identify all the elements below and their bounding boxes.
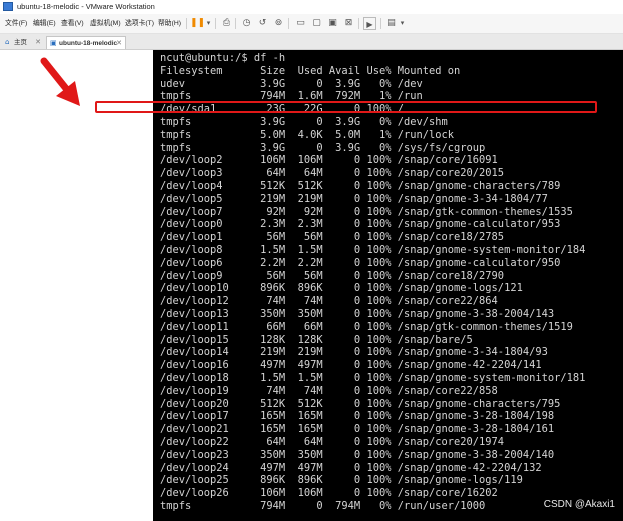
menu-tabs[interactable]: 选项卡(T) bbox=[125, 14, 154, 33]
snapshot-icon[interactable]: ◷ bbox=[240, 17, 253, 30]
vm-icon: ▣ bbox=[50, 39, 57, 47]
terminal-line: /dev/loop9 56M 56M 0 100% /snap/core18/2… bbox=[160, 269, 505, 282]
terminal-line: Filesystem Size Used Avail Use% Mounted … bbox=[160, 64, 461, 77]
close-icon[interactable]: ✕ bbox=[116, 37, 122, 50]
watermark: CSDN @Akaxi1 bbox=[543, 499, 615, 510]
vmware-icon bbox=[3, 2, 13, 11]
toolbar-separator bbox=[235, 18, 236, 29]
menu-view[interactable]: 查看(V) bbox=[61, 14, 84, 33]
thumbnail-icon[interactable]: ▣ bbox=[326, 17, 339, 30]
terminal-line: /dev/loop23 350M 350M 0 100% /snap/gnome… bbox=[160, 448, 555, 461]
tab-home[interactable]: ⌂ 主页 ✕ bbox=[2, 36, 44, 49]
toolbar-separator bbox=[288, 18, 289, 29]
tab-vm-label: ubuntu-18-melodic bbox=[59, 40, 118, 47]
terminal-line: /dev/loop2 106M 106M 0 100% /snap/core/1… bbox=[160, 154, 498, 167]
terminal-line: /dev/loop13 350M 350M 0 100% /snap/gnome… bbox=[160, 307, 555, 320]
window-title: ubuntu-18-melodic - VMware Workstation bbox=[17, 2, 155, 11]
terminal-line: /dev/loop19 74M 74M 0 100% /snap/core22/… bbox=[160, 384, 498, 397]
terminal-line: /dev/loop16 497M 497M 0 100% /snap/gnome… bbox=[160, 359, 542, 372]
terminal-line: /dev/loop14 219M 219M 0 100% /snap/gnome… bbox=[160, 346, 548, 359]
unity-icon[interactable]: ▢ bbox=[310, 17, 323, 30]
terminal-line: /dev/loop4 512K 512K 0 100% /snap/gnome-… bbox=[160, 179, 561, 192]
close-icon[interactable]: ✕ bbox=[35, 36, 41, 49]
manage-snapshots-icon[interactable]: ⊚ bbox=[272, 17, 285, 30]
toolbar-separator bbox=[380, 18, 381, 29]
send-keys-icon[interactable]: ⎙ bbox=[220, 17, 233, 30]
terminal-line: tmpfs 794M 0 794M 0% /run/user/1000 bbox=[160, 499, 486, 512]
annotation-arrow-icon bbox=[40, 57, 80, 106]
terminal-line: /dev/loop12 74M 74M 0 100% /snap/core22/… bbox=[160, 295, 498, 308]
console-icon[interactable]: ▶ bbox=[363, 17, 376, 30]
terminal-line: /dev/loop18 1.5M 1.5M 0 100% /snap/gnome… bbox=[160, 371, 586, 384]
terminal-line: /dev/loop10 896K 896K 0 100% /snap/gnome… bbox=[160, 282, 523, 295]
highlight-box bbox=[95, 101, 597, 113]
menubar: 文件(F) 编辑(E) 查看(V) 虚拟机(M) 选项卡(T) 帮助(H) ❚❚… bbox=[0, 14, 623, 34]
toolbar-separator bbox=[358, 18, 359, 29]
menu-help[interactable]: 帮助(H) bbox=[158, 14, 181, 33]
terminal-line: tmpfs 5.0M 4.0K 5.0M 1% /run/lock bbox=[160, 128, 455, 141]
terminal-line: /dev/loop17 165M 165M 0 100% /snap/gnome… bbox=[160, 410, 555, 423]
tab-ubuntu-vm[interactable]: ▣ ubuntu-18-melodic ✕ bbox=[46, 36, 126, 49]
terminal-line: /dev/loop8 1.5M 1.5M 0 100% /snap/gnome-… bbox=[160, 243, 586, 256]
terminal-line: /dev/loop6 2.2M 2.2M 0 100% /snap/gnome-… bbox=[160, 256, 561, 269]
terminal-line: tmpfs 3.9G 0 3.9G 0% /dev/shm bbox=[160, 115, 448, 128]
terminal-line: /dev/loop15 128K 128K 0 100% /snap/bare/… bbox=[160, 333, 473, 346]
terminal-line: /dev/loop11 66M 66M 0 100% /snap/gtk-com… bbox=[160, 320, 573, 333]
menu-file[interactable]: 文件(F) bbox=[5, 14, 27, 33]
terminal-command: ncut@ubuntu:/$ df -h bbox=[160, 52, 286, 64]
terminal-line: udev 3.9G 0 3.9G 0% /dev bbox=[160, 77, 423, 90]
tab-bar: ⌂ 主页 ✕ ▣ ubuntu-18-melodic ✕ bbox=[0, 34, 623, 50]
dropdown-icon[interactable]: ▾ bbox=[396, 17, 409, 30]
view-icon[interactable]: ⊠ bbox=[342, 17, 355, 30]
menu-edit[interactable]: 编辑(E) bbox=[33, 14, 56, 33]
terminal-line: /dev/loop0 2.3M 2.3M 0 100% /snap/gnome-… bbox=[160, 218, 561, 231]
dropdown-icon[interactable]: ▾ bbox=[202, 17, 215, 30]
home-icon: ⌂ bbox=[5, 38, 10, 46]
revert-snapshot-icon[interactable]: ↺ bbox=[256, 17, 269, 30]
terminal-output: ncut@ubuntu:/$ df -h Filesystem Size Used… bbox=[160, 52, 585, 513]
terminal-screen[interactable]: ncut@ubuntu:/$ df -h Filesystem Size Used… bbox=[153, 50, 623, 521]
toolbar-separator bbox=[215, 18, 216, 29]
terminal-line: /dev/loop25 896K 896K 0 100% /snap/gnome… bbox=[160, 474, 523, 487]
terminal-line: /dev/loop24 497M 497M 0 100% /snap/gnome… bbox=[160, 461, 542, 474]
terminal-line: /dev/loop7 92M 92M 0 100% /snap/gtk-comm… bbox=[160, 205, 573, 218]
toolbar-separator bbox=[186, 18, 187, 29]
terminal-line: /dev/loop1 56M 56M 0 100% /snap/core18/2… bbox=[160, 231, 505, 244]
terminal-line: /dev/loop21 165M 165M 0 100% /snap/gnome… bbox=[160, 423, 555, 436]
terminal-line: /dev/loop20 512K 512K 0 100% /snap/gnome… bbox=[160, 397, 561, 410]
terminal-line: /dev/loop22 64M 64M 0 100% /snap/core20/… bbox=[160, 435, 505, 448]
console-margin bbox=[0, 50, 153, 521]
tab-home-label: 主页 bbox=[14, 39, 27, 46]
menu-vm[interactable]: 虚拟机(M) bbox=[90, 14, 121, 33]
terminal-line: /dev/loop3 64M 64M 0 100% /snap/core20/2… bbox=[160, 167, 505, 180]
fullscreen-icon[interactable]: ▭ bbox=[294, 17, 307, 30]
window-titlebar: ubuntu-18-melodic - VMware Workstation bbox=[0, 0, 623, 14]
terminal-line: /dev/loop26 106M 106M 0 100% /snap/core/… bbox=[160, 487, 498, 500]
terminal-line: tmpfs 3.9G 0 3.9G 0% /sys/fs/cgroup bbox=[160, 141, 486, 154]
terminal-line: /dev/loop5 219M 219M 0 100% /snap/gnome-… bbox=[160, 192, 548, 205]
